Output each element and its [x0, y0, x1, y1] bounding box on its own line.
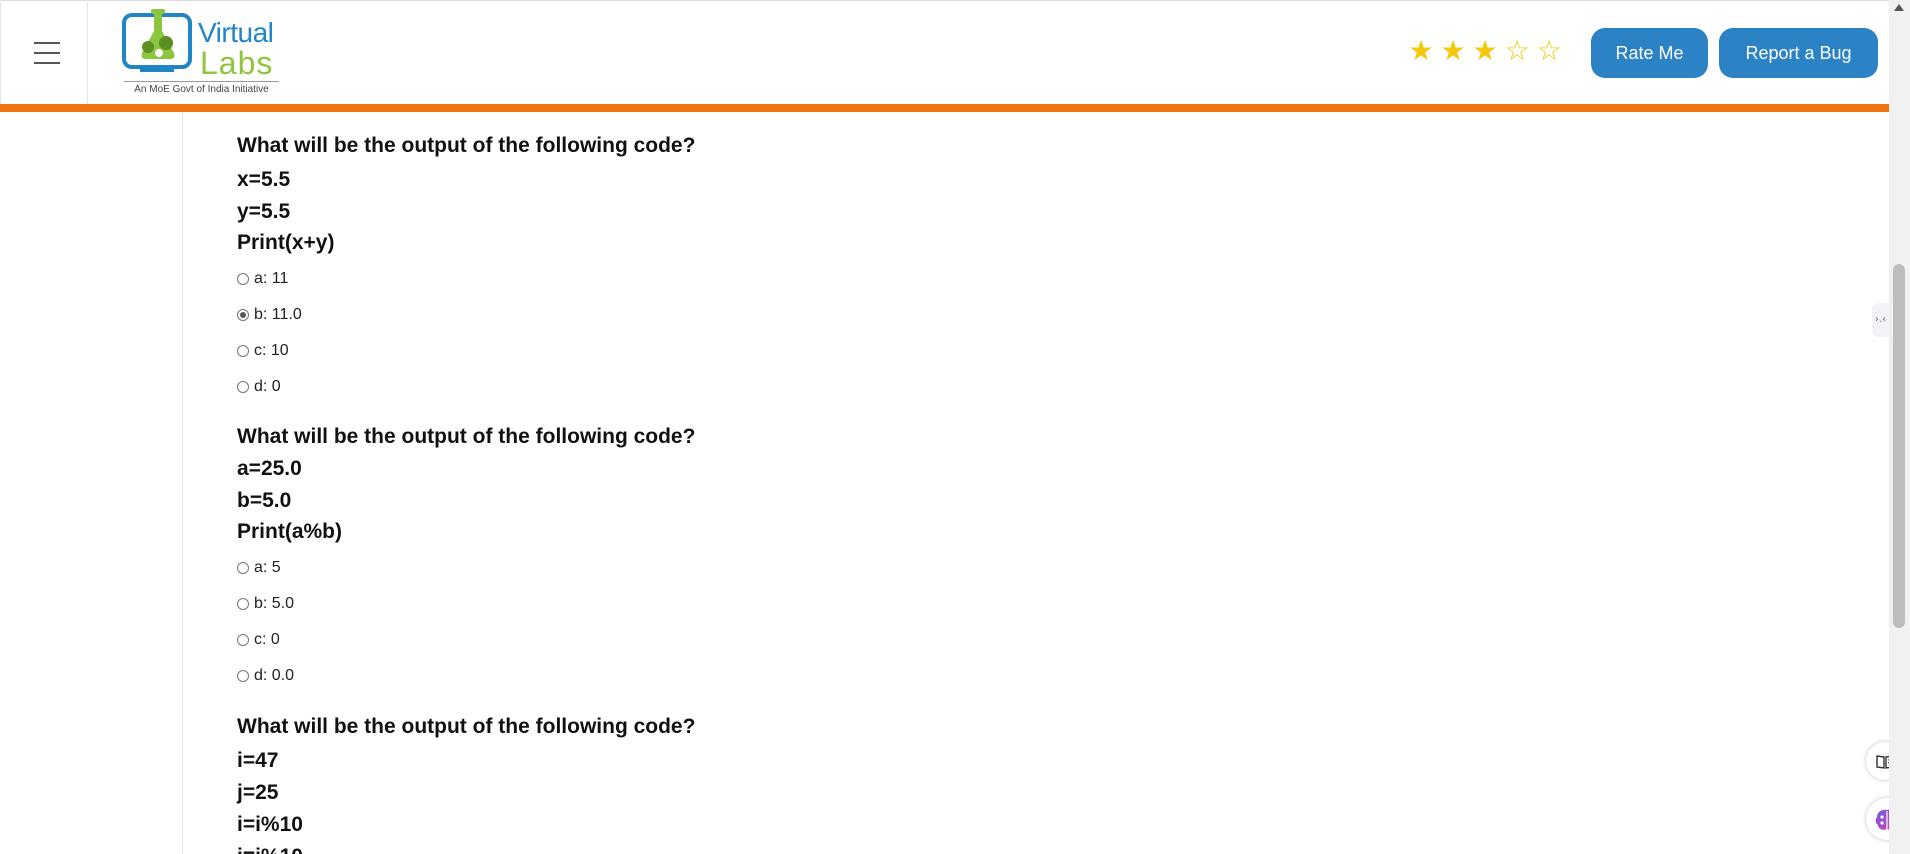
header-accent-bar: [0, 104, 1889, 112]
left-column-divider: [182, 112, 183, 854]
answer-option[interactable]: b: 11.0: [237, 297, 695, 333]
star-filled-icon[interactable]: ★: [1439, 34, 1467, 68]
answer-option[interactable]: c: 0: [237, 622, 695, 658]
rating-stars[interactable]: ★ ★ ★ ☆ ☆: [1407, 34, 1563, 68]
code-line: Print(x+y): [237, 231, 335, 254]
answer-option[interactable]: d: 0: [237, 369, 695, 405]
code-line: i=47: [237, 749, 279, 772]
code-line: j=j%10: [237, 845, 695, 854]
answer-option[interactable]: c: 10: [237, 333, 695, 369]
radio-button[interactable]: [237, 598, 249, 610]
answer-option[interactable]: d: 0.0: [237, 658, 695, 694]
code-line: x=5.5: [237, 168, 291, 191]
question-title: What will be the output of the following…: [237, 715, 696, 738]
report-bug-button[interactable]: Report a Bug: [1719, 28, 1878, 78]
rate-me-button[interactable]: Rate Me: [1591, 28, 1708, 78]
code-line: y=5.5: [237, 200, 291, 223]
radio-button[interactable]: [237, 634, 249, 646]
question-title: What will be the output of the following…: [237, 134, 696, 157]
question-title: What will be the output of the following…: [237, 425, 696, 448]
flask-logo-icon: [122, 9, 192, 72]
option-label: a: 11: [254, 270, 289, 287]
question-2: What will be the output of the following…: [237, 425, 695, 694]
answer-option[interactable]: a: 5: [237, 550, 695, 586]
code-line: a=25.0: [237, 457, 302, 480]
star-empty-icon[interactable]: ☆: [1503, 34, 1531, 68]
radio-button[interactable]: [237, 670, 249, 682]
answer-option[interactable]: a: 11: [237, 261, 695, 297]
question-1: What will be the output of the following…: [237, 134, 695, 405]
code-line: Print(a%b): [237, 520, 342, 543]
option-label: a: 5: [254, 559, 281, 576]
scroll-up-arrow-icon[interactable]: [1894, 4, 1904, 11]
scrollbar-thumb[interactable]: [1893, 264, 1905, 628]
logo-tagline: An MoE Govt of India Initiative: [124, 81, 279, 95]
option-label: b: 5.0: [254, 595, 295, 612]
top-header: Virtual Labs An MoE Govt of India Initia…: [0, 0, 1889, 105]
radio-button[interactable]: [237, 381, 249, 393]
vertical-scrollbar[interactable]: [1889, 0, 1910, 854]
option-label: d: 0.0: [254, 667, 295, 684]
radio-button[interactable]: [237, 345, 249, 357]
question-3: What will be the output of the following…: [237, 715, 695, 854]
radio-button[interactable]: [237, 562, 249, 574]
hamburger-icon: [34, 42, 60, 72]
code-line: i=i%10: [237, 813, 303, 836]
radio-button[interactable]: [237, 273, 249, 285]
answer-option[interactable]: b: 5.0: [237, 586, 695, 622]
option-label: d: 0: [254, 378, 281, 395]
code-line: b=5.0: [237, 489, 292, 512]
option-label: c: 0: [254, 631, 280, 648]
code-line: j=25: [237, 781, 279, 804]
logo-word-labs: Labs: [200, 45, 274, 81]
star-filled-icon[interactable]: ★: [1407, 34, 1435, 68]
virtual-labs-logo[interactable]: Virtual Labs An MoE Govt of India Initia…: [120, 7, 285, 97]
star-filled-icon[interactable]: ★: [1471, 34, 1499, 68]
option-label: c: 10: [254, 342, 289, 359]
hamburger-menu-button[interactable]: [0, 2, 88, 104]
page: Virtual Labs An MoE Govt of India Initia…: [0, 0, 1910, 854]
side-panel-tab[interactable]: ›.‹: [1872, 303, 1889, 337]
star-empty-icon[interactable]: ☆: [1535, 34, 1563, 68]
option-label: b: 11.0: [254, 306, 302, 323]
radio-button-selected[interactable]: [237, 309, 249, 321]
